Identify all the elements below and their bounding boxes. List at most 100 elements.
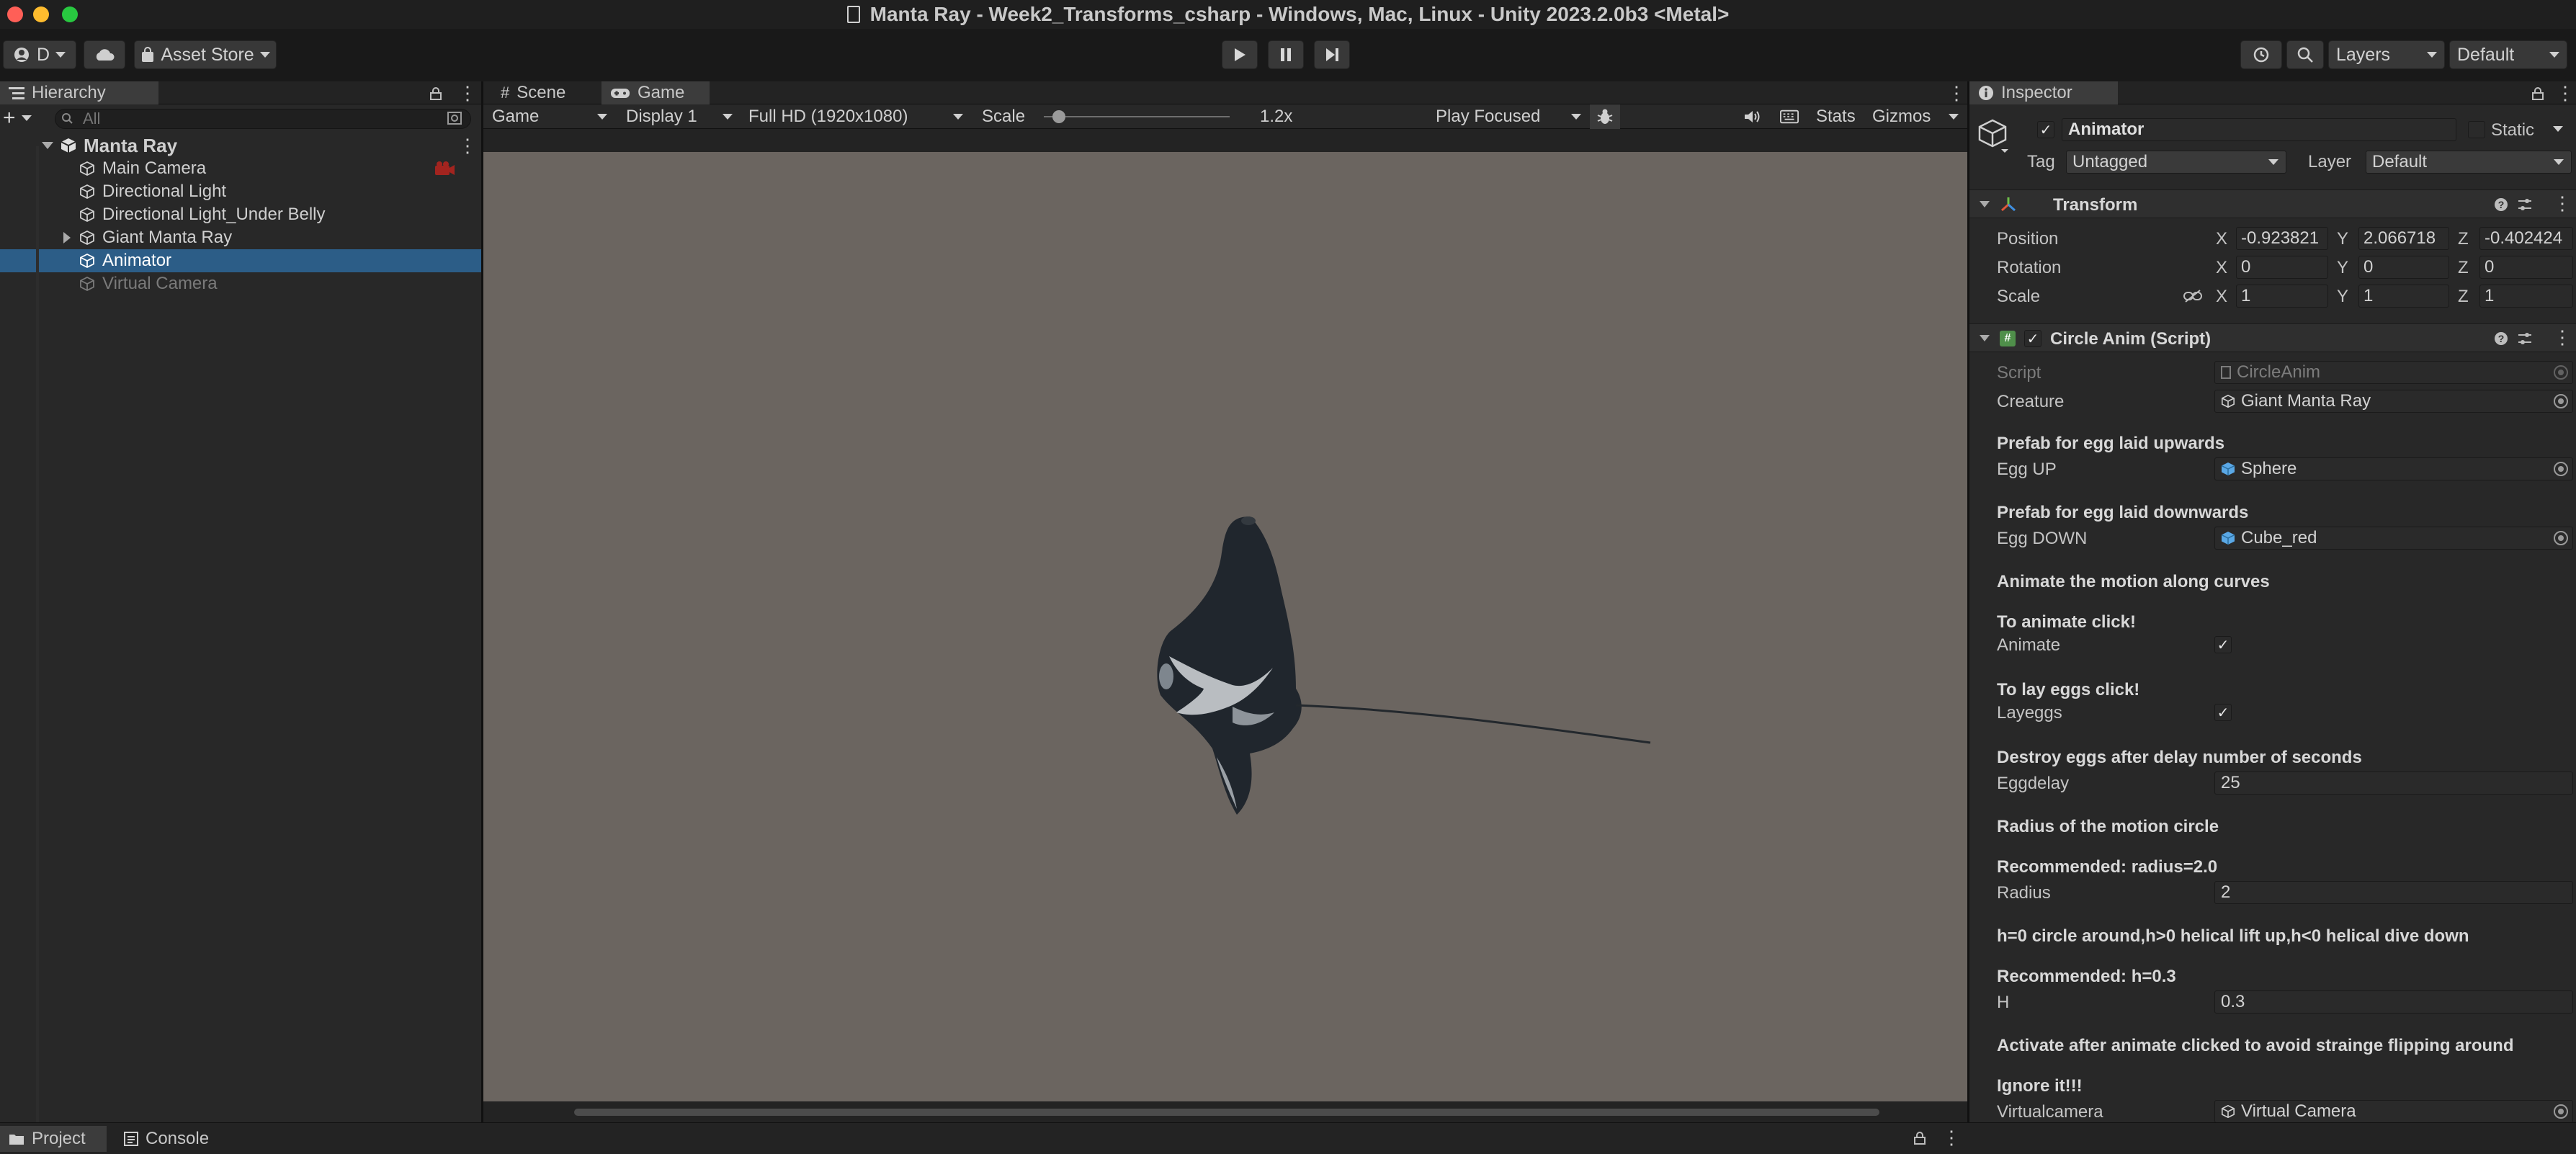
static-checkbox[interactable] xyxy=(2468,121,2485,138)
game-mode-dropdown[interactable]: Game xyxy=(486,104,613,129)
position-y-field[interactable]: 2.066718 xyxy=(2358,227,2449,250)
gameobject-icon xyxy=(2222,1104,2235,1119)
tab-game[interactable]: Game xyxy=(601,81,710,104)
scale-x-field[interactable]: 1 xyxy=(2236,285,2328,308)
layers-dropdown[interactable]: Layers xyxy=(2328,40,2445,69)
transform-component-header[interactable]: Transform ? ⋮ xyxy=(1969,189,2576,218)
more-options-icon[interactable]: ⋮ xyxy=(458,135,477,157)
chevron-down-icon[interactable] xyxy=(1980,335,1990,341)
scale-y-field[interactable]: 1 xyxy=(2358,285,2449,308)
tab-scene[interactable]: # Scene xyxy=(492,81,600,104)
frame-debugger-button[interactable] xyxy=(1590,104,1620,129)
position-y-value: 2.066718 xyxy=(2363,228,2436,248)
account-dropdown[interactable]: D xyxy=(3,40,76,69)
lock-icon[interactable] xyxy=(1913,1132,1926,1145)
object-picker-icon[interactable] xyxy=(2554,1104,2568,1119)
game-mode-label: Game xyxy=(492,107,540,126)
position-z-field[interactable]: -0.402424 xyxy=(2479,227,2573,250)
object-picker-icon[interactable] xyxy=(2554,394,2568,408)
search-filter-icon[interactable] xyxy=(447,112,463,126)
game-view-scrollbar-thumb[interactable] xyxy=(574,1109,1879,1116)
scene-root[interactable]: Manta Ray ⋮ xyxy=(0,134,481,157)
active-checkbox[interactable]: ✓ xyxy=(2037,121,2054,138)
scale-label-text: Scale xyxy=(982,107,1026,126)
pause-button[interactable] xyxy=(1268,40,1304,69)
position-x-value: -0.923821 xyxy=(2241,228,2320,248)
radius-field[interactable]: 2 xyxy=(2214,881,2573,904)
more-options-icon[interactable]: ⋮ xyxy=(2556,84,2575,102)
scale-value-text: 1.2x xyxy=(1260,107,1293,126)
tab-inspector[interactable]: Inspector xyxy=(1969,81,2118,104)
game-view-header: # Scene Game ⋮ xyxy=(483,81,1967,104)
resolution-dropdown[interactable]: Full HD (1920x1080) xyxy=(743,104,969,129)
tab-hierarchy[interactable]: Hierarchy xyxy=(0,81,158,104)
more-options-icon[interactable]: ⋮ xyxy=(1947,84,1966,102)
more-options-icon[interactable]: ⋮ xyxy=(1942,1128,1961,1147)
eggdelay-field[interactable]: 25 xyxy=(2214,771,2573,795)
circle-anim-component-header[interactable]: # ✓ Circle Anim (Script) ? ⋮ xyxy=(1969,323,2576,352)
hierarchy-item-directional-light-under-belly[interactable]: Directional Light_Under Belly xyxy=(0,203,481,226)
scale-z-field[interactable]: 1 xyxy=(2479,285,2573,308)
help-icon[interactable]: ? xyxy=(2494,197,2508,212)
cloud-button[interactable] xyxy=(84,40,125,69)
play-button[interactable] xyxy=(1222,40,1258,69)
gizmos-dropdown[interactable]: Gizmos xyxy=(1866,104,1964,129)
hierarchy-item-main-camera[interactable]: Main Camera xyxy=(0,157,481,180)
creature-field[interactable]: Giant Manta Ray xyxy=(2214,390,2573,413)
object-picker-icon[interactable] xyxy=(2554,462,2568,476)
rotation-z-field[interactable]: 0 xyxy=(2479,256,2573,279)
vcam-field[interactable]: Virtual Camera xyxy=(2214,1100,2573,1123)
layout-dropdown[interactable]: Default xyxy=(2449,40,2567,69)
game-viewport[interactable] xyxy=(483,152,1967,1101)
create-dropdown[interactable]: + xyxy=(3,106,43,130)
hierarchy-item-virtual-camera[interactable]: Virtual Camera xyxy=(0,272,481,295)
constrain-proportions-icon[interactable] xyxy=(2183,289,2203,303)
tab-console[interactable]: Console xyxy=(115,1126,223,1152)
animate-checkbox[interactable]: ✓ xyxy=(2214,636,2232,653)
layeggs-checkbox[interactable]: ✓ xyxy=(2214,704,2232,721)
lock-icon[interactable] xyxy=(2531,87,2544,100)
presets-icon[interactable] xyxy=(2517,197,2533,212)
rotation-y-field[interactable]: 0 xyxy=(2358,256,2449,279)
help-icon[interactable]: ? xyxy=(2494,331,2508,346)
hierarchy-item-animator[interactable]: Animator xyxy=(0,249,481,272)
csharp-script-icon: # xyxy=(2000,331,2016,346)
chevron-down-icon[interactable] xyxy=(42,142,53,149)
layer-dropdown[interactable]: Default xyxy=(2366,151,2572,174)
asset-store-dropdown[interactable]: Asset Store xyxy=(134,40,277,69)
egg-up-field[interactable]: Sphere xyxy=(2214,457,2573,480)
component-enabled-checkbox[interactable]: ✓ xyxy=(2024,330,2041,347)
step-button[interactable] xyxy=(1314,40,1350,69)
hierarchy-item-giant-manta-ray[interactable]: Giant Manta Ray xyxy=(0,226,481,249)
shortcuts-button[interactable] xyxy=(1774,104,1804,129)
h-field[interactable]: 0.3 xyxy=(2214,990,2573,1014)
display-dropdown[interactable]: Display 1 xyxy=(620,104,738,129)
tab-project[interactable]: Project xyxy=(0,1126,107,1152)
object-picker-icon[interactable] xyxy=(2554,531,2568,545)
stats-button[interactable]: Stats xyxy=(1810,104,1864,129)
play-mode-dropdown[interactable]: Play Focused xyxy=(1430,104,1587,129)
chevron-down-icon[interactable] xyxy=(2553,126,2563,132)
mute-audio-button[interactable] xyxy=(1737,104,1767,129)
rotation-x-field[interactable]: 0 xyxy=(2236,256,2328,279)
hierarchy-item-directional-light[interactable]: Directional Light xyxy=(0,180,481,203)
position-x-field[interactable]: -0.923821 xyxy=(2236,227,2328,250)
more-options-icon[interactable]: ⋮ xyxy=(458,84,477,102)
presets-icon[interactable] xyxy=(2517,331,2533,346)
scale-slider-handle[interactable] xyxy=(1052,110,1065,123)
search-button[interactable] xyxy=(2286,40,2324,69)
chevron-down-icon[interactable] xyxy=(1980,201,1990,207)
hierarchy-search-input[interactable] xyxy=(81,109,430,129)
tag-dropdown[interactable]: Untagged xyxy=(2066,151,2286,174)
hierarchy-search[interactable] xyxy=(55,109,471,129)
undo-history-button[interactable] xyxy=(2240,40,2282,69)
more-options-icon[interactable]: ⋮ xyxy=(2553,194,2572,213)
scale-x-axis-label: X xyxy=(2216,287,2228,306)
more-options-icon[interactable]: ⋮ xyxy=(2553,328,2572,346)
egg-down-field[interactable]: Cube_red xyxy=(2214,527,2573,550)
object-name-field[interactable]: Animator xyxy=(2062,118,2456,141)
gameobject-icon[interactable] xyxy=(1977,117,2013,153)
chevron-right-icon[interactable] xyxy=(63,232,71,243)
scale-slider-track[interactable] xyxy=(1044,116,1230,117)
lock-icon[interactable] xyxy=(429,87,442,100)
